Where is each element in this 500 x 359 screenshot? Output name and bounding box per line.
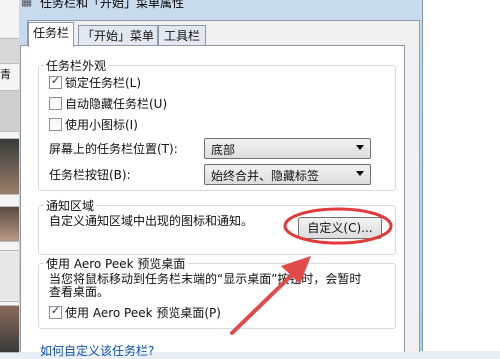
highlight-circle bbox=[283, 207, 393, 245]
annotation-overlay bbox=[230, 207, 393, 335]
tab-taskbar[interactable]: 任务栏 bbox=[28, 22, 74, 47]
pointer-arrow-shaft bbox=[230, 269, 298, 335]
